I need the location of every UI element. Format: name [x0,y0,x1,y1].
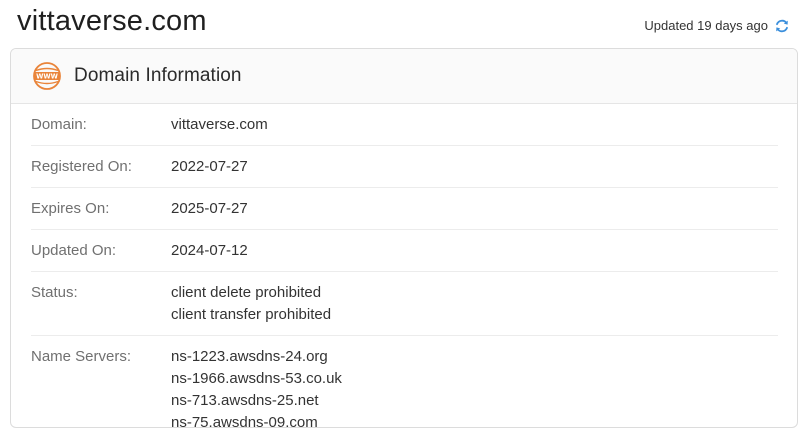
info-value-line: client transfer prohibited [171,306,332,323]
info-row-registered-on: Registered On: 2022-07-27 [31,146,778,188]
card-header: WWW Domain Information [11,49,797,104]
refresh-icon[interactable] [774,18,790,34]
info-value-line: client delete prohibited [171,284,322,301]
info-value-line: 2022-07-27 [171,158,248,175]
info-value-line: ns-75.awsdns-09.com [171,414,318,428]
updated-status: Updated 19 days ago [644,17,790,35]
info-value-line: 2024-07-12 [171,242,248,259]
svg-text:WWW: WWW [36,73,59,81]
info-value: 2022-07-27 [171,156,248,178]
info-row-updated-on: Updated On: 2024-07-12 [31,230,778,272]
info-value-line: ns-713.awsdns-25.net [171,392,319,409]
info-row-status: Status: client delete prohibited client tr… [31,272,778,336]
info-label: Expires On: [31,200,110,217]
info-row-domain: Domain: vittaverse.com [31,104,778,146]
info-label: Status: [31,284,78,301]
info-value: 2024-07-12 [171,240,248,262]
domain-info-rows: Domain: vittaverse.com Registered On: 2022-… [11,104,797,428]
info-value-line: 2025-07-27 [171,200,248,217]
info-row-expires-on: Expires On: 2025-07-27 [31,188,778,230]
page-title: vittaverse.com [17,5,207,37]
info-value: vittaverse.com [171,114,268,136]
info-value: 2025-07-27 [171,198,248,220]
info-label: Domain: [31,116,87,133]
info-value-line: ns-1223.awsdns-24.org [171,348,328,365]
info-row-name-servers: Name Servers: ns-1223.awsdns-24.org ns-196… [31,336,778,428]
info-value: client delete prohibited client transfer … [171,282,331,326]
info-label: Updated On: [31,242,117,259]
info-value-line: ns-1966.awsdns-53.co.uk [171,370,342,387]
info-label: Registered On: [31,158,132,175]
info-label: Name Servers: [31,348,132,365]
domain-information-card: WWW Domain Information Domain: vittaverse… [10,48,798,428]
info-value: ns-1223.awsdns-24.org ns-1966.awsdns-53.c… [171,346,342,428]
card-title: Domain Information [74,65,242,86]
www-globe-icon: WWW [32,61,62,91]
info-value-line: vittaverse.com [171,116,268,133]
updated-text: Updated 19 days ago [644,18,768,33]
